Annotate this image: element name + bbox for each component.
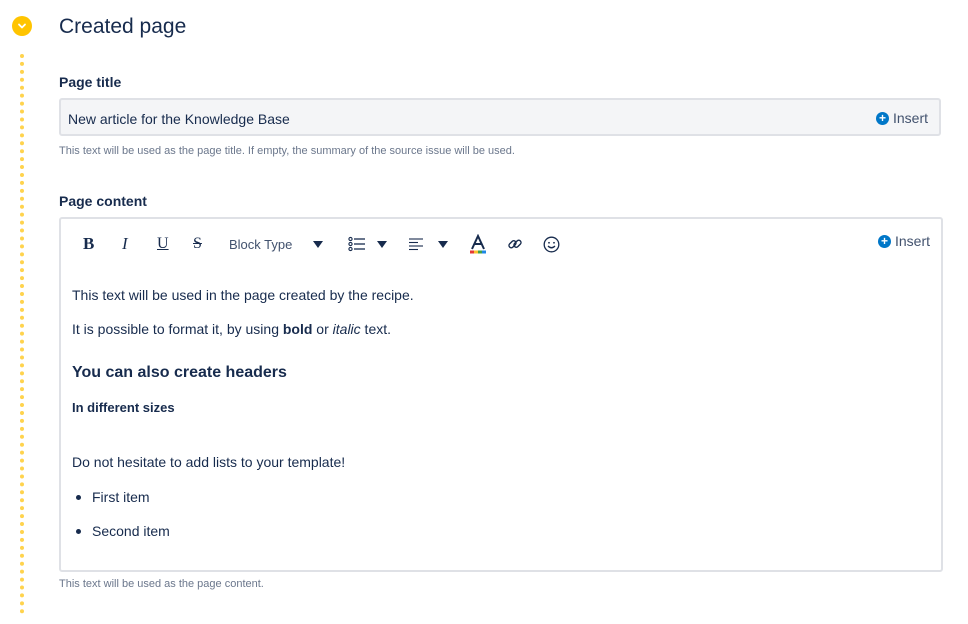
list-caret[interactable] <box>377 233 387 255</box>
emoji-button[interactable] <box>543 233 560 255</box>
link-button[interactable] <box>507 233 523 255</box>
underline-button[interactable]: U <box>157 233 169 255</box>
strikethrough-button[interactable]: S <box>193 233 202 255</box>
insert-label: Insert <box>892 110 928 126</box>
text-color-icon <box>470 234 486 254</box>
block-type-caret[interactable] <box>313 233 323 255</box>
page-title-value: New article for the Knowledge Base <box>68 111 290 127</box>
caret-down-icon <box>377 240 387 248</box>
bold-text: bold <box>282 321 313 337</box>
text-segment: It is possible to format it, by using <box>72 321 283 337</box>
list-icon <box>348 236 365 252</box>
plus-circle-icon: + <box>875 111 889 125</box>
paragraph: This text will be used in the page creat… <box>72 287 414 303</box>
editor-toolbar: B I U S Block Type + Insert <box>61 219 941 267</box>
block-type-label: Block Type <box>229 236 293 252</box>
text-color-button[interactable] <box>469 233 487 255</box>
insert-label: Insert <box>894 233 930 249</box>
plus-circle-icon: + <box>877 234 891 248</box>
paragraph-formatted: It is possible to format it, by using bo… <box>72 321 391 337</box>
list-item: Second item <box>72 523 170 539</box>
page-title-help: This text will be used as the page title… <box>59 145 515 157</box>
caret-down-icon <box>438 240 448 248</box>
text-segment: text. <box>360 321 392 337</box>
page-content-help: This text will be used as the page conte… <box>59 578 264 590</box>
bold-button[interactable]: B <box>83 233 94 255</box>
page-content-insert-button[interactable]: + Insert <box>877 233 930 249</box>
link-icon <box>508 239 522 249</box>
italic-text: italic <box>332 321 361 337</box>
page-title-label: Page title <box>59 74 122 90</box>
list-item-text: Second item <box>92 523 170 539</box>
bullet-icon <box>76 528 81 534</box>
page-title-input[interactable]: New article for the Knowledge Base + Ins… <box>59 98 941 136</box>
page-title-insert-button[interactable]: + Insert <box>875 110 928 126</box>
chevron-down-icon <box>18 23 26 29</box>
heading-1: You can also create headers <box>72 364 287 381</box>
page-content-editor[interactable]: B I U S Block Type + Insert This text wi… <box>59 217 943 572</box>
collapse-step-button[interactable] <box>12 16 32 36</box>
smiley-icon <box>543 236 560 252</box>
section-title: Created page <box>59 15 187 38</box>
bullet-icon <box>76 494 81 500</box>
align-caret[interactable] <box>438 233 448 255</box>
step-timeline <box>20 54 24 614</box>
align-left-icon <box>409 238 423 251</box>
page-content-label: Page content <box>59 193 147 209</box>
heading-2: In different sizes <box>72 400 175 415</box>
caret-down-icon <box>313 240 323 248</box>
list-item-text: First item <box>92 489 150 505</box>
list-item: First item <box>72 489 150 505</box>
block-type-dropdown[interactable]: Block Type <box>229 233 292 255</box>
paragraph: Do not hesitate to add lists to your tem… <box>72 454 346 470</box>
align-button[interactable] <box>408 233 424 255</box>
italic-button[interactable]: I <box>122 233 128 255</box>
text-segment: or <box>312 321 333 337</box>
list-button[interactable] <box>348 233 366 255</box>
